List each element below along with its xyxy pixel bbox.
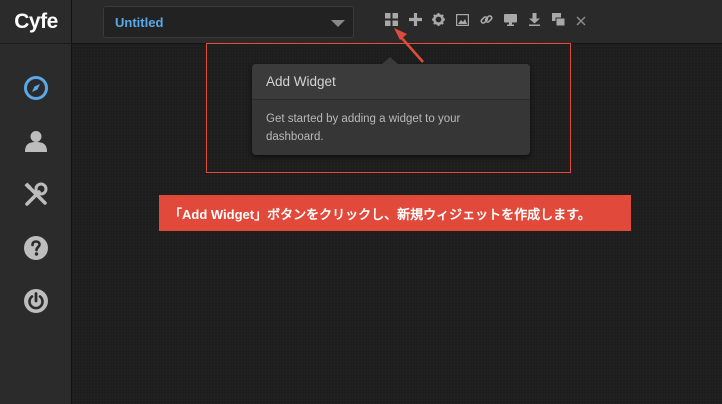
chevron-down-icon [331, 20, 345, 27]
sidebar-item-dashboard[interactable] [0, 64, 72, 116]
add-widget-popover: Add Widget Get started by adding a widge… [252, 57, 530, 155]
clone-dashboard-button[interactable] [550, 13, 566, 31]
power-icon [23, 288, 49, 319]
help-icon [23, 235, 49, 266]
user-icon [24, 129, 48, 158]
sidebar: Cyfe [0, 0, 72, 404]
tools-icon [23, 181, 49, 213]
monitor-icon [503, 13, 517, 31]
image-icon [455, 13, 469, 31]
export-button[interactable] [526, 13, 542, 31]
compass-icon [23, 75, 49, 106]
gear-icon [431, 13, 445, 31]
close-icon [576, 13, 586, 31]
app-logo[interactable]: Cyfe [0, 0, 72, 44]
popover-title: Add Widget [252, 64, 530, 100]
sidebar-item-help[interactable] [0, 224, 72, 276]
download-icon [528, 13, 540, 31]
annotation-text: 「Add Widget」ボタンをクリックし、新規ウィジェットを作成します。 [169, 206, 591, 222]
link-icon [479, 13, 493, 31]
dashboard-select-value: Untitled [115, 15, 164, 30]
logo-text: Cyfe [14, 9, 58, 33]
annotation-banner: 「Add Widget」ボタンをクリックし、新規ウィジェットを作成します。 [159, 195, 631, 231]
popover-body: Get started by adding a widget to your d… [266, 113, 461, 143]
sidebar-item-tools[interactable] [0, 171, 72, 223]
settings-button[interactable] [430, 13, 446, 31]
tv-mode-button[interactable] [502, 14, 518, 30]
dashboard-select[interactable]: Untitled [103, 6, 354, 38]
sidebar-item-logout[interactable] [0, 277, 72, 329]
pointer-arrow [394, 28, 424, 63]
share-link-button[interactable] [478, 14, 494, 30]
copy-icon [551, 13, 565, 31]
background-image-button[interactable] [454, 13, 470, 31]
sidebar-item-account[interactable] [0, 117, 72, 169]
delete-dashboard-button[interactable] [573, 14, 589, 30]
